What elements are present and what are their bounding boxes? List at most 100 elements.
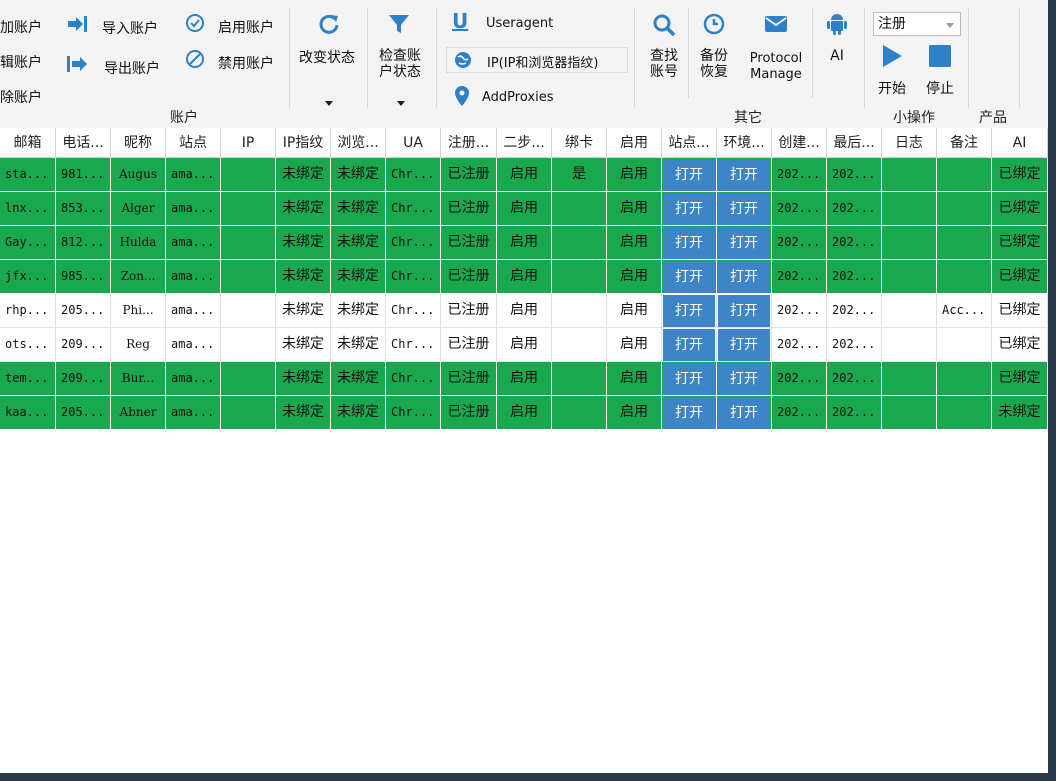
cell-ai[interactable]: 已绑定 [992, 226, 1048, 260]
column-header-email[interactable]: 邮箱 [0, 128, 56, 158]
cell-note[interactable] [937, 192, 992, 226]
cell-two-step[interactable]: 启用 [497, 362, 552, 396]
cell-site[interactable]: ama... [166, 260, 221, 294]
cell-ip[interactable] [221, 192, 276, 226]
cell-ip[interactable] [221, 260, 276, 294]
open-env-button[interactable]: 打开 [718, 227, 770, 259]
cell-last[interactable]: 202... [827, 260, 882, 294]
open-site-button[interactable]: 打开 [663, 295, 715, 327]
cell-browser[interactable]: 未绑定 [331, 328, 386, 362]
status-select[interactable]: 注册 [873, 12, 961, 36]
cell-last[interactable]: 202... [827, 396, 882, 430]
cell-ua[interactable]: Chr... [386, 362, 441, 396]
cell-ip-fingerprint[interactable]: 未绑定 [276, 192, 331, 226]
useragent-button[interactable]: U Useragent [446, 9, 626, 36]
open-site-button[interactable]: 打开 [663, 227, 715, 259]
cell-site[interactable]: ama... [166, 396, 221, 430]
cell-site[interactable]: ama... [166, 294, 221, 328]
cell-log[interactable] [882, 158, 937, 192]
cell-ai[interactable]: 已绑定 [992, 294, 1048, 328]
open-site-button[interactable]: 打开 [663, 329, 715, 361]
cell-last[interactable]: 202... [827, 294, 882, 328]
cell-two-step[interactable]: 启用 [497, 396, 552, 430]
cell-note[interactable] [937, 396, 992, 430]
cell-phone[interactable]: 985... [56, 260, 111, 294]
cell-phone[interactable]: 205... [56, 396, 111, 430]
column-header-ai[interactable]: AI [992, 128, 1048, 158]
cell-created[interactable]: 202... [772, 362, 827, 396]
cell-registered[interactable]: 已注册 [441, 226, 497, 260]
cell-email[interactable]: tem... [0, 362, 56, 396]
cell-ip-fingerprint[interactable]: 未绑定 [276, 396, 331, 430]
cell-site[interactable]: ama... [166, 362, 221, 396]
open-env-button[interactable]: 打开 [718, 295, 770, 327]
cell-log[interactable] [882, 362, 937, 396]
open-site-button[interactable]: 打开 [663, 159, 715, 191]
column-header-site-open[interactable]: 站点... [662, 128, 717, 158]
cell-card[interactable] [552, 362, 607, 396]
cell-email[interactable]: sta... [0, 158, 56, 192]
cell-browser[interactable]: 未绑定 [331, 192, 386, 226]
cell-last[interactable]: 202... [827, 158, 882, 192]
table-row[interactable]: sta... 981... Augus ama... 未绑定 未绑定 Chr... 已注册 启用… [0, 158, 1048, 192]
column-header-ip-fingerprint[interactable]: IP指纹 [276, 128, 331, 158]
cell-enabled[interactable]: 启用 [607, 260, 662, 294]
cell-ip-fingerprint[interactable]: 未绑定 [276, 328, 331, 362]
enable-account-button[interactable]: 启用账户 [218, 17, 274, 37]
cell-phone[interactable]: 205... [56, 294, 111, 328]
column-header-created[interactable]: 创建... [772, 128, 827, 158]
open-site-button[interactable]: 打开 [663, 193, 715, 225]
cell-created[interactable]: 202... [772, 226, 827, 260]
add-account-button[interactable]: 加账户 [0, 17, 42, 37]
column-header-site[interactable]: 站点 [166, 128, 221, 158]
cell-card[interactable] [552, 294, 607, 328]
column-header-browser[interactable]: 浏览... [331, 128, 386, 158]
table-row[interactable]: tem... 209... Bur... ama... 未绑定 未绑定 Chr... 已注册启… [0, 362, 1048, 396]
cell-ip-fingerprint[interactable]: 未绑定 [276, 158, 331, 192]
cell-created[interactable]: 202... [772, 158, 827, 192]
open-site-button[interactable]: 打开 [663, 397, 715, 429]
column-header-last[interactable]: 最后... [827, 128, 882, 158]
cell-note[interactable]: Acc... [937, 294, 992, 328]
cell-created[interactable]: 202... [772, 328, 827, 362]
cell-phone[interactable]: 209... [56, 328, 111, 362]
cell-nickname[interactable]: Augus [111, 158, 166, 192]
cell-ua[interactable]: Chr... [386, 192, 441, 226]
open-site-button[interactable]: 打开 [663, 363, 715, 395]
column-header-env-open[interactable]: 环境... [717, 128, 772, 158]
cell-log[interactable] [882, 396, 937, 430]
cell-ai[interactable]: 已绑定 [992, 260, 1048, 294]
column-header-ip[interactable]: IP [221, 128, 276, 158]
cell-ip[interactable] [221, 362, 276, 396]
cell-log[interactable] [882, 226, 937, 260]
cell-email[interactable]: kaa... [0, 396, 56, 430]
cell-note[interactable] [937, 158, 992, 192]
cell-ai[interactable]: 已绑定 [992, 158, 1048, 192]
ai-button[interactable]: AI [818, 6, 858, 96]
cell-card[interactable] [552, 328, 607, 362]
open-env-button[interactable]: 打开 [718, 363, 770, 395]
cell-enabled[interactable]: 启用 [607, 328, 662, 362]
table-row[interactable]: ots... 209... Reg ama... 未绑定 未绑定 Chr... 已注册 启用 启用… [0, 328, 1048, 362]
column-header-note[interactable]: 备注 [937, 128, 992, 158]
delete-account-button[interactable]: 除账户 [0, 87, 42, 107]
cell-nickname[interactable]: Reg [111, 328, 166, 362]
cell-browser[interactable]: 未绑定 [331, 226, 386, 260]
cell-ip[interactable] [221, 396, 276, 430]
cell-browser[interactable]: 未绑定 [331, 396, 386, 430]
cell-created[interactable]: 202... [772, 396, 827, 430]
cell-ip-fingerprint[interactable]: 未绑定 [276, 260, 331, 294]
cell-ai[interactable]: 未绑定 [992, 396, 1048, 430]
table-row[interactable]: kaa... 205... Abner ama... 未绑定 未绑定 Chr... 已注册 启用… [0, 396, 1048, 430]
cell-registered[interactable]: 已注册 [441, 158, 497, 192]
column-header-phone[interactable]: 电话... [56, 128, 111, 158]
cell-note[interactable] [937, 328, 992, 362]
cell-last[interactable]: 202... [827, 192, 882, 226]
cell-two-step[interactable]: 启用 [497, 192, 552, 226]
cell-enabled[interactable]: 启用 [607, 158, 662, 192]
cell-browser[interactable]: 未绑定 [331, 260, 386, 294]
cell-ip[interactable] [221, 328, 276, 362]
cell-browser[interactable]: 未绑定 [331, 294, 386, 328]
cell-log[interactable] [882, 328, 937, 362]
cell-card[interactable] [552, 260, 607, 294]
